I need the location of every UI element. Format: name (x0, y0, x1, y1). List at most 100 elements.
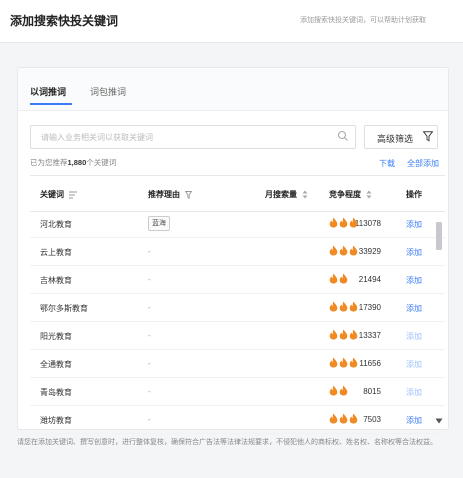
tab-word-package[interactable]: 词包推词 (90, 85, 126, 98)
keyword-cell: 云上教育 (40, 248, 72, 257)
keyword-search-input[interactable]: 请输入业务相关词以获取关键词 (30, 125, 356, 149)
flame-icon (329, 385, 338, 396)
flame-icon (339, 413, 348, 424)
summary-count: 1,880 (67, 158, 87, 167)
add-button[interactable]: 添加 (406, 415, 422, 426)
table-row: 云上教育 - 33929 添加 (30, 238, 445, 266)
competition-cell (329, 385, 349, 396)
volume-cell: 17390 (358, 303, 381, 312)
column-competition-label: 竞争程度 (329, 190, 361, 199)
column-volume-label: 月搜索量 (265, 190, 297, 199)
keyword-cell: 全通教育 (40, 360, 72, 369)
table-row: 潍坊教育 - 7503 添加 (30, 406, 445, 434)
flame-icon (329, 217, 338, 228)
search-icon[interactable] (337, 130, 349, 142)
column-volume[interactable]: 月搜索量 (265, 189, 308, 200)
flame-icon (349, 245, 358, 256)
add-button[interactable]: 添加 (406, 387, 422, 398)
table-row: 青岛教育 - 8015 添加 (30, 378, 445, 406)
table-header: 关键词 推荐理由 月搜索量 竞争程度 操作 (30, 175, 445, 212)
sort-icon[interactable] (366, 190, 372, 199)
flame-icon (329, 413, 338, 424)
flame-icon (349, 357, 358, 368)
tab-word-to-word[interactable]: 以词推词 (30, 85, 66, 98)
reason-cell: - (148, 331, 151, 340)
volume-cell: 33929 (358, 247, 381, 256)
column-reason-label: 推荐理由 (148, 190, 180, 199)
column-keyword-label: 关键词 (40, 190, 64, 199)
reason-cell: - (148, 359, 151, 368)
reason-cell: - (148, 275, 151, 284)
page-subtitle: 添加搜索快投关键词，可以帮助计划获取 (300, 17, 426, 24)
summary-prefix: 已为您推荐 (30, 158, 68, 167)
add-button[interactable]: 添加 (406, 331, 422, 342)
competition-cell (329, 301, 359, 312)
volume-cell: 8015 (363, 387, 381, 396)
flame-icon (339, 301, 348, 312)
flame-icon (329, 329, 338, 340)
competition-cell (329, 413, 359, 424)
recommend-summary: 已为您推荐1,880个关键词 (30, 157, 116, 168)
competition-cell (329, 357, 359, 368)
volume-cell: 7503 (363, 415, 381, 424)
add-button[interactable]: 添加 (406, 219, 422, 230)
competition-cell (329, 217, 359, 228)
reason-cell: - (148, 415, 151, 424)
keyword-cell: 河北教育 (40, 220, 72, 229)
add-button[interactable]: 添加 (406, 359, 422, 370)
column-keyword[interactable]: 关键词 (40, 189, 78, 200)
keyword-panel: 以词推词 词包推词 请输入业务相关词以获取关键词 高级筛选 已为您推荐1,880… (17, 67, 449, 434)
page-header: 添加搜索快投关键词 添加搜索快投关键词，可以帮助计划获取 (0, 0, 463, 43)
column-competition[interactable]: 竞争程度 (329, 189, 372, 200)
download-link[interactable]: 下载 (379, 158, 395, 169)
filter-icon[interactable] (184, 190, 193, 199)
flame-icon (339, 385, 348, 396)
flame-icon (329, 245, 338, 256)
flame-icon (329, 357, 338, 368)
column-action: 操作 (406, 190, 422, 199)
flame-icon (349, 217, 358, 228)
add-button[interactable]: 添加 (406, 303, 422, 314)
keyword-cell: 青岛教育 (40, 388, 72, 397)
flame-icon (349, 413, 358, 424)
reason-tag: 蓝海 (148, 216, 170, 231)
table-row: 吉林教育 - 21494 添加 (30, 266, 445, 294)
flame-icon (339, 329, 348, 340)
flame-icon (339, 245, 348, 256)
keyword-cell: 吉林教育 (40, 276, 72, 285)
flame-icon (339, 357, 348, 368)
summary-suffix: 个关键词 (86, 158, 117, 167)
scrollbar-thumb[interactable] (436, 222, 442, 250)
reason-cell: - (148, 247, 151, 256)
keyword-cell: 潍坊教育 (40, 416, 72, 425)
add-button[interactable]: 添加 (406, 275, 422, 286)
keyword-table-body: 河北教育 蓝海 113078 添加 云上教育 - 33929 添加 吉林教育 -… (30, 210, 445, 434)
add-all-link[interactable]: 全部添加 (407, 158, 439, 169)
keyword-cell: 鄂尔多斯教育 (40, 304, 88, 313)
compliance-note: 请您在添加关键词、撰写创意时，进行整体复核，确保符合广告法等法律法规要求，不侵犯… (17, 439, 437, 446)
table-scrollbar[interactable] (434, 210, 444, 428)
scroll-down-arrow-icon[interactable] (435, 418, 443, 424)
table-row: 河北教育 蓝海 113078 添加 (30, 210, 445, 238)
sort-lines-icon[interactable] (69, 191, 78, 199)
volume-cell: 21494 (358, 275, 381, 284)
volume-cell: 13337 (358, 331, 381, 340)
flame-icon (349, 329, 358, 340)
flame-icon (339, 217, 348, 228)
competition-cell (329, 273, 349, 284)
flame-icon (339, 273, 348, 284)
active-tab-indicator (30, 103, 72, 105)
table-row: 阳光教育 - 13337 添加 (30, 322, 445, 350)
sort-icon[interactable] (302, 190, 308, 199)
flame-icon (329, 273, 338, 284)
advanced-filter-label: 高级筛选 (377, 134, 414, 144)
competition-cell (329, 329, 359, 340)
column-reason[interactable]: 推荐理由 (148, 189, 193, 200)
add-button[interactable]: 添加 (406, 247, 422, 258)
reason-cell: - (148, 387, 151, 396)
funnel-icon (423, 131, 433, 142)
advanced-filter-button[interactable]: 高级筛选 (364, 125, 438, 149)
flame-icon (349, 301, 358, 312)
volume-cell: 11656 (359, 359, 381, 368)
tab-bar: 以词推词 词包推词 (18, 68, 448, 111)
